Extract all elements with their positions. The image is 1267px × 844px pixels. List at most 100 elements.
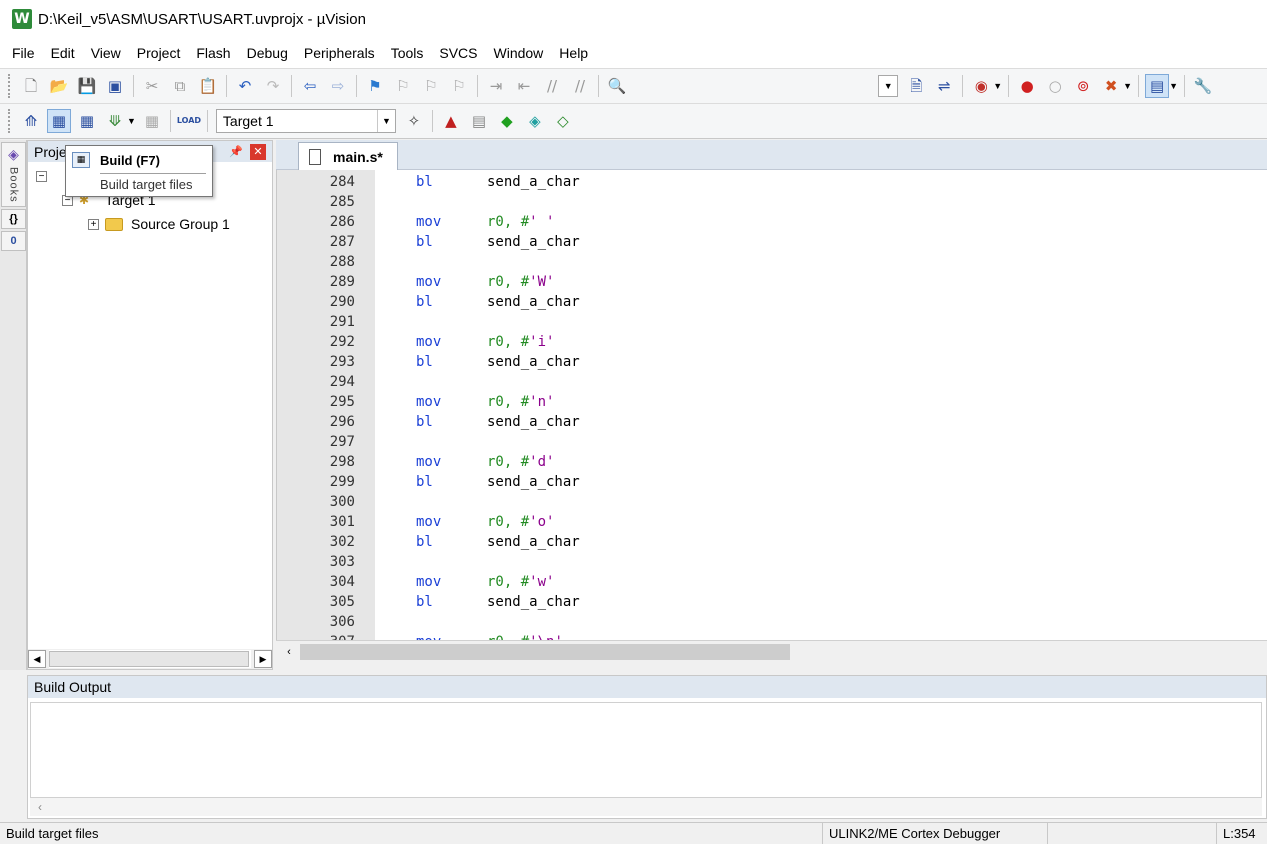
- clear-bookmarks-icon[interactable]: ⚐: [447, 74, 471, 98]
- code-line[interactable]: 292 mov r0, #'i': [277, 332, 1267, 352]
- menu-window[interactable]: Window: [486, 42, 552, 64]
- code-line[interactable]: 303: [277, 552, 1267, 572]
- find-in-files-icon[interactable]: 🔍: [605, 74, 629, 98]
- code-line[interactable]: 306: [277, 612, 1267, 632]
- code-line[interactable]: 305 bl send_a_char: [277, 592, 1267, 612]
- code-line[interactable]: 291: [277, 312, 1267, 332]
- target-select[interactable]: Target 1 ▼: [215, 109, 396, 133]
- code-line[interactable]: 289 mov r0, #'W': [277, 272, 1267, 292]
- scroll-track[interactable]: [49, 650, 251, 668]
- books-tab[interactable]: ◈ Books: [1, 142, 26, 207]
- run-time-environment-icon[interactable]: ◆: [495, 109, 519, 133]
- code-line[interactable]: 287 bl send_a_char: [277, 232, 1267, 252]
- chevron-down-icon[interactable]: ▼: [376, 110, 395, 132]
- menu-edit[interactable]: Edit: [43, 42, 83, 64]
- templates-tab[interactable]: 0: [1, 230, 26, 251]
- manage-multi-project-icon[interactable]: ▤: [467, 109, 491, 133]
- target-options-icon[interactable]: ✧: [402, 109, 426, 133]
- code-line[interactable]: 301 mov r0, #'o': [277, 512, 1267, 532]
- code-line[interactable]: 296 bl send_a_char: [277, 412, 1267, 432]
- close-icon[interactable]: ✕: [250, 143, 266, 160]
- code-line[interactable]: 298 mov r0, #'d': [277, 452, 1267, 472]
- uncomment-icon[interactable]: //: [568, 74, 592, 98]
- code-line[interactable]: 295 mov r0, #'n': [277, 392, 1267, 412]
- kill-all-breakpoints-icon[interactable]: ✖: [1099, 74, 1123, 98]
- code-line[interactable]: 302 bl send_a_char: [277, 532, 1267, 552]
- tree-row-source-group[interactable]: + Source Group 1: [88, 214, 230, 234]
- scroll-thumb[interactable]: [300, 644, 790, 660]
- menu-help[interactable]: Help: [551, 42, 596, 64]
- chevron-down-icon[interactable]: ▼: [127, 116, 136, 126]
- unindent-icon[interactable]: ⇤: [512, 74, 536, 98]
- project-horizontal-scrollbar[interactable]: ◀ ▶: [28, 649, 272, 669]
- window-layout-icon[interactable]: ▤: [1145, 74, 1170, 98]
- save-icon[interactable]: 💾: [75, 74, 99, 98]
- toolbar-grip[interactable]: [8, 74, 11, 98]
- menu-tools[interactable]: Tools: [383, 42, 432, 64]
- paste-icon[interactable]: 📋: [196, 74, 220, 98]
- find-icon[interactable]: 🗎: [904, 74, 928, 98]
- build-output-scrollbar[interactable]: ‹: [30, 798, 1262, 816]
- navigate-forward-icon[interactable]: ⇨: [326, 74, 350, 98]
- menu-project[interactable]: Project: [129, 42, 189, 64]
- menu-view[interactable]: View: [83, 42, 129, 64]
- code-line[interactable]: 297: [277, 432, 1267, 452]
- code-line[interactable]: 307 mov r0, #'\n': [277, 632, 1267, 640]
- code-line[interactable]: 299 bl send_a_char: [277, 472, 1267, 492]
- new-file-icon[interactable]: 🗋: [19, 74, 43, 98]
- build-icon[interactable]: ▦: [47, 109, 71, 133]
- scroll-left-icon[interactable]: ‹: [280, 643, 298, 661]
- prev-bookmark-icon[interactable]: ⚐: [391, 74, 415, 98]
- pin-icon[interactable]: 📌: [228, 144, 244, 160]
- insert-breakpoint-icon[interactable]: ●: [1015, 74, 1039, 98]
- code-line[interactable]: 304 mov r0, #'w': [277, 572, 1267, 592]
- copy-icon[interactable]: ⧉: [168, 74, 192, 98]
- scroll-left-icon[interactable]: ‹: [38, 800, 42, 814]
- find-combo-dropdown[interactable]: ▼: [878, 75, 899, 97]
- collapse-icon[interactable]: −: [36, 170, 47, 182]
- toolbar-grip[interactable]: [8, 109, 11, 133]
- code-line[interactable]: 286 mov r0, #' ': [277, 212, 1267, 232]
- navigate-back-icon[interactable]: ⇦: [298, 74, 322, 98]
- pack-installer-icon[interactable]: ◈: [523, 109, 547, 133]
- disable-breakpoint-icon[interactable]: ○: [1043, 74, 1067, 98]
- disable-all-breakpoints-icon[interactable]: ⊚: [1071, 74, 1095, 98]
- download-load-icon[interactable]: LOAD: [177, 109, 201, 133]
- scroll-right-icon[interactable]: ▶: [254, 650, 272, 668]
- menu-flash[interactable]: Flash: [188, 42, 238, 64]
- save-all-icon[interactable]: ▣: [103, 74, 127, 98]
- incremental-find-icon[interactable]: ⇌: [932, 74, 956, 98]
- rebuild-icon[interactable]: ▦: [75, 109, 99, 133]
- code-line[interactable]: 300: [277, 492, 1267, 512]
- batch-build-icon[interactable]: ⟱: [103, 109, 127, 133]
- comment-icon[interactable]: //: [540, 74, 564, 98]
- code-line[interactable]: 294: [277, 372, 1267, 392]
- indent-icon[interactable]: ⇥: [484, 74, 508, 98]
- bookmark-icon[interactable]: ⚑: [363, 74, 387, 98]
- menu-svcs[interactable]: SVCS: [431, 42, 485, 64]
- code-editor[interactable]: 284 bl send_a_char 285 286 mov r0, #' ' 287 bl se…: [276, 170, 1267, 640]
- stop-build-icon[interactable]: ▦: [140, 109, 164, 133]
- menu-debug[interactable]: Debug: [239, 42, 296, 64]
- configure-wrench-icon[interactable]: 🔧: [1191, 74, 1215, 98]
- undo-icon[interactable]: ↶: [233, 74, 257, 98]
- tab-main-s[interactable]: main.s*: [298, 142, 398, 170]
- code-line[interactable]: 293 bl send_a_char: [277, 352, 1267, 372]
- code-line[interactable]: 290 bl send_a_char: [277, 292, 1267, 312]
- menu-file[interactable]: File: [4, 42, 43, 64]
- expand-icon[interactable]: +: [88, 218, 99, 230]
- functions-tab[interactable]: {}: [1, 208, 26, 229]
- menu-peripherals[interactable]: Peripherals: [296, 42, 383, 64]
- debug-session-icon[interactable]: ◉: [969, 74, 993, 98]
- build-output-text[interactable]: [30, 702, 1262, 798]
- translate-icon[interactable]: ⟰: [19, 109, 43, 133]
- tree-row-project[interactable]: −: [36, 166, 53, 186]
- next-bookmark-icon[interactable]: ⚐: [419, 74, 443, 98]
- code-line[interactable]: 288: [277, 252, 1267, 272]
- code-line[interactable]: 285: [277, 192, 1267, 212]
- code-line[interactable]: 284 bl send_a_char: [277, 172, 1267, 192]
- select-software-packs-icon[interactable]: ◇: [551, 109, 575, 133]
- editor-horizontal-scrollbar[interactable]: ‹: [276, 640, 1267, 662]
- scroll-left-icon[interactable]: ◀: [28, 650, 46, 668]
- chevron-down-icon[interactable]: ▼: [993, 81, 1002, 91]
